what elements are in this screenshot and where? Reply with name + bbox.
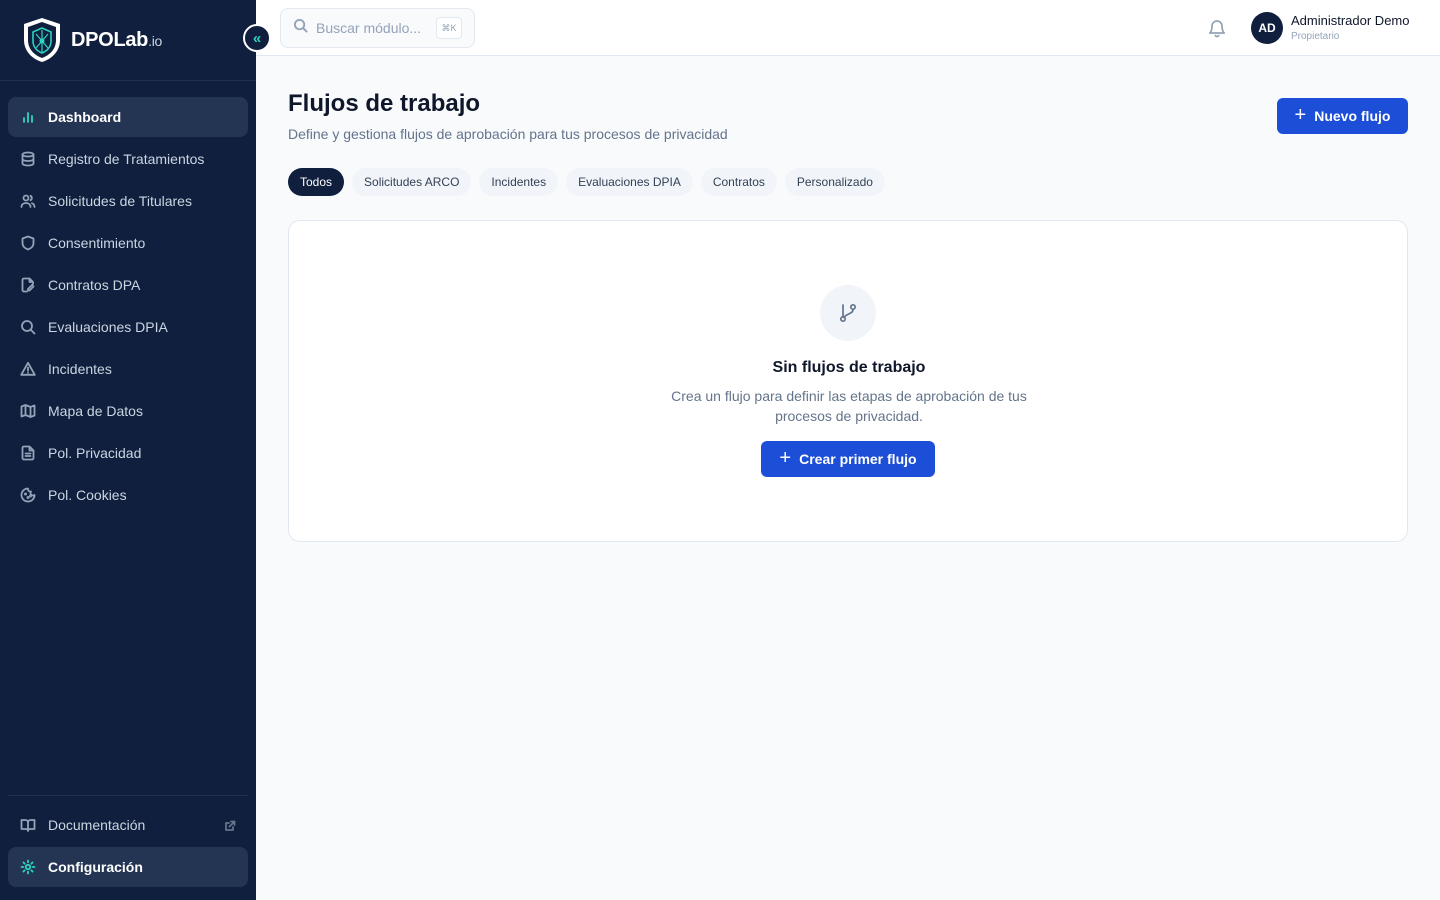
sidebar-item-label: Dashboard [48, 109, 122, 125]
sidebar-item-label: Mapa de Datos [48, 403, 143, 419]
create-first-workflow-label: Crear primer flujo [799, 451, 917, 467]
sidebar-nav: Dashboard Registro de Tratamientos Solic… [8, 97, 248, 517]
search-input[interactable] [316, 20, 434, 36]
user-role: Propietario [1291, 31, 1340, 42]
avatar[interactable]: AD [1251, 12, 1283, 44]
tab-contratos[interactable]: Contratos [700, 168, 777, 196]
sidebar-item-configuracion[interactable]: Configuración [8, 847, 248, 887]
external-link-icon [224, 819, 236, 831]
chevrons-left-icon[interactable]: « [243, 24, 271, 52]
sidebar-item-label: Incidentes [48, 361, 112, 377]
cookie-icon [20, 487, 36, 503]
bar-chart-icon [20, 109, 36, 125]
sidebar-item-contratos-dpa[interactable]: Contratos DPA [8, 265, 248, 305]
sidebar-item-label: Pol. Cookies [48, 487, 127, 503]
book-open-icon [20, 817, 36, 833]
sidebar-item-label: Contratos DPA [48, 277, 141, 293]
sidebar-item-documentacion[interactable]: Documentación [8, 805, 248, 845]
plus-icon: + [1294, 104, 1307, 126]
sidebar: DPOLab.io « Dashboard Registro de Tratam… [0, 0, 271, 900]
search-box[interactable]: ⌘K [280, 8, 475, 48]
map-icon [20, 403, 36, 419]
new-workflow-button[interactable]: + Nuevo flujo [1277, 98, 1408, 134]
keyboard-shortcut: ⌘K [436, 17, 462, 39]
tab-incidentes[interactable]: Incidentes [479, 168, 559, 196]
shield-logo-icon[interactable] [20, 16, 64, 64]
sidebar-item-evaluaciones-dpia[interactable]: Evaluaciones DPIA [8, 307, 248, 347]
database-icon [20, 151, 36, 167]
brand-header: DPOLab.io [0, 0, 256, 81]
shield-icon [20, 235, 36, 251]
topbar: ⌘K AD Administrador Demo Propietario [256, 0, 1440, 56]
sidebar-item-label: Documentación [48, 817, 146, 833]
sidebar-bottom: Documentación Configuración [8, 795, 248, 889]
sidebar-item-pol-cookies[interactable]: Pol. Cookies [8, 475, 248, 515]
filter-tabs: Todos Solicitudes ARCO Incidentes Evalua… [288, 168, 885, 196]
git-branch-icon [820, 285, 876, 341]
page-subtitle: Define y gestiona flujos de aprobación p… [288, 126, 728, 142]
bell-icon[interactable] [1208, 18, 1226, 38]
sidebar-item-label: Configuración [48, 859, 143, 875]
tab-evaluaciones-dpia[interactable]: Evaluaciones DPIA [566, 168, 693, 196]
tab-personalizado[interactable]: Personalizado [784, 168, 885, 196]
empty-state-card: Sin flujos de trabajo Crea un flujo para… [288, 220, 1408, 542]
sidebar-item-registro-tratamientos[interactable]: Registro de Tratamientos [8, 139, 248, 179]
search-icon [20, 319, 36, 335]
plus-icon: + [779, 447, 792, 469]
users-icon [20, 193, 36, 209]
file-text-icon [20, 445, 36, 461]
search-icon [293, 18, 308, 38]
alert-triangle-icon [20, 361, 36, 377]
empty-state-title: Sin flujos de trabajo [772, 359, 926, 376]
sidebar-item-pol-privacidad[interactable]: Pol. Privacidad [8, 433, 248, 473]
settings-icon [20, 859, 36, 875]
sidebar-item-mapa-datos[interactable]: Mapa de Datos [8, 391, 248, 431]
sidebar-item-incidentes[interactable]: Incidentes [8, 349, 248, 389]
user-name[interactable]: Administrador Demo [1291, 13, 1410, 28]
file-edit-icon [20, 277, 36, 293]
sidebar-item-dashboard[interactable]: Dashboard [8, 97, 248, 137]
tab-todos[interactable]: Todos [288, 168, 345, 196]
sidebar-item-label: Consentimiento [48, 235, 146, 251]
sidebar-item-consentimiento[interactable]: Consentimiento [8, 223, 248, 263]
page-title: Flujos de trabajo [288, 90, 481, 117]
tab-solicitudes-arco[interactable]: Solicitudes ARCO [352, 168, 472, 196]
sidebar-item-solicitudes-titulares[interactable]: Solicitudes de Titulares [8, 181, 248, 221]
sidebar-item-label: Registro de Tratamientos [48, 151, 205, 167]
brand-name: DPOLab.io [71, 29, 162, 51]
sidebar-item-label: Evaluaciones DPIA [48, 319, 168, 335]
new-workflow-label: Nuevo flujo [1314, 108, 1391, 124]
sidebar-item-label: Solicitudes de Titulares [48, 193, 192, 209]
create-first-workflow-button[interactable]: + Crear primer flujo [761, 441, 935, 477]
empty-state-description: Crea un flujo para definir las etapas de… [671, 388, 1027, 424]
sidebar-item-label: Pol. Privacidad [48, 445, 142, 461]
